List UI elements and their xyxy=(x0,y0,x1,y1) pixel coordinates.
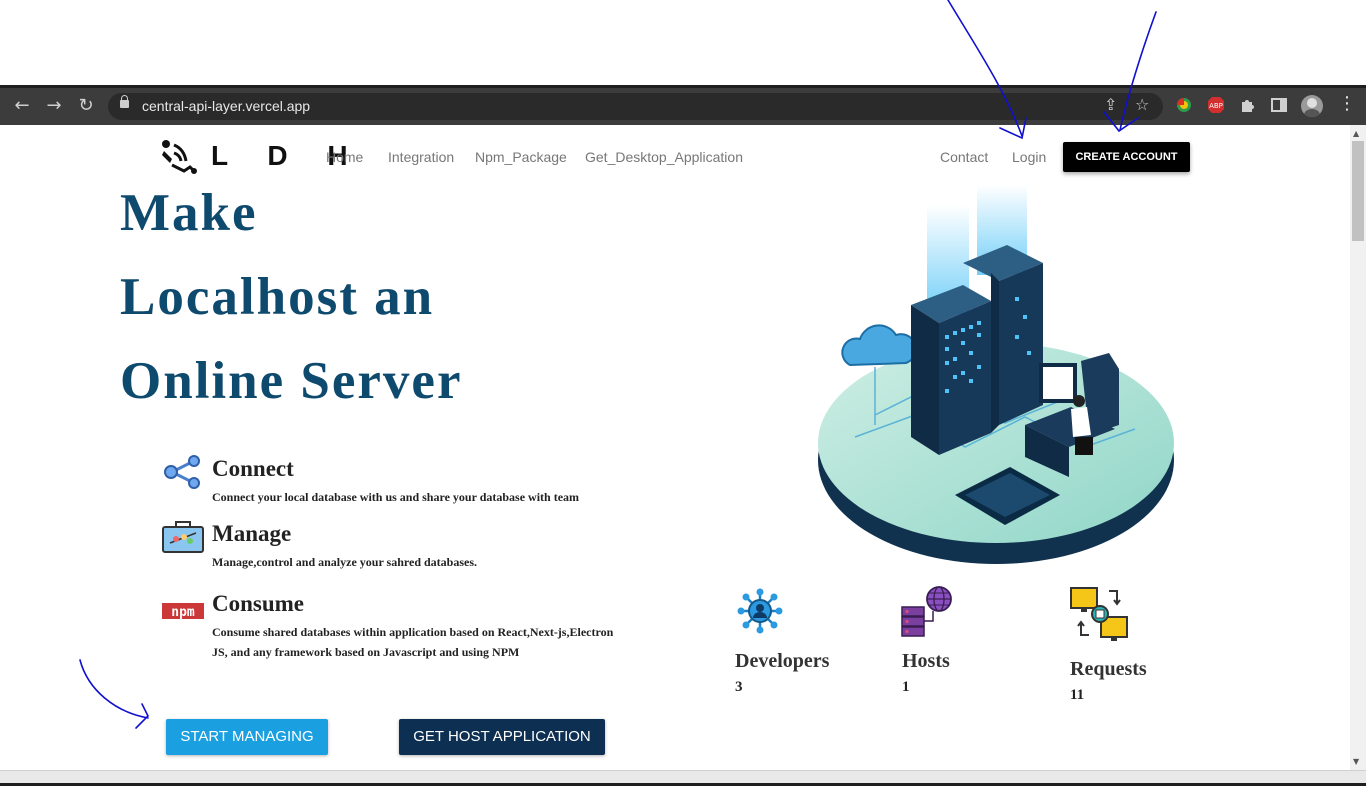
feature-manage-title: Manage xyxy=(212,521,292,546)
stat-developers-value: 3 xyxy=(735,679,743,695)
ldh-logo-icon[interactable] xyxy=(160,139,198,175)
nav-npm-package[interactable]: Npm_Package xyxy=(475,149,567,165)
address-bar[interactable]: central-api-layer.vercel.app ⇪ ☆ xyxy=(108,93,1163,120)
toolbox-icon xyxy=(162,521,204,553)
horizontal-scrollbar xyxy=(0,770,1366,786)
nav-get-desktop-application[interactable]: Get_Desktop_Application xyxy=(585,149,743,165)
stat-hosts-label: Hosts xyxy=(902,650,950,672)
npm-logo-icon: npm xyxy=(162,603,204,620)
puzzle-extensions-icon[interactable] xyxy=(1239,96,1257,114)
screenshot-margin xyxy=(0,0,1366,85)
url-text: central-api-layer.vercel.app xyxy=(142,98,311,114)
lock-icon[interactable] xyxy=(120,95,129,108)
browser-toolbar: ← → ↻ central-api-layer.vercel.app ⇪ ☆ A… xyxy=(0,85,1366,125)
scroll-down-arrow-icon[interactable]: ▼ xyxy=(1353,757,1359,766)
svg-text:npm: npm xyxy=(171,605,195,620)
server-globe-icon xyxy=(901,586,952,637)
nav-contact[interactable]: Contact xyxy=(940,149,988,165)
page-scrollbar[interactable]: ▲ ▼ xyxy=(1350,125,1366,770)
stat-developers-label: Developers xyxy=(735,650,830,672)
adblock-icon[interactable]: ABP xyxy=(1207,96,1225,114)
side-panel-icon[interactable] xyxy=(1270,96,1288,114)
hero-title-line-2: Localhost an xyxy=(120,268,435,326)
hero-title-line-3: Online Server xyxy=(120,352,463,410)
start-managing-button[interactable]: START MANAGING xyxy=(166,719,328,755)
svg-text:ABP: ABP xyxy=(1209,102,1223,110)
arrow-right-icon[interactable]: → xyxy=(43,95,65,117)
scroll-up-arrow-icon[interactable]: ▲ xyxy=(1353,129,1359,138)
profile-avatar[interactable] xyxy=(1301,95,1323,117)
arrow-left-icon[interactable]: ← xyxy=(11,95,33,117)
share-nodes-icon xyxy=(164,455,200,489)
stat-requests-value: 11 xyxy=(1070,687,1085,703)
hero-title-line-1: Make xyxy=(120,184,258,242)
developer-network-icon xyxy=(737,588,783,634)
share-icon[interactable]: ⇪ xyxy=(1104,95,1117,114)
bookmark-star-icon[interactable]: ☆ xyxy=(1135,95,1149,114)
reload-icon[interactable]: ↻ xyxy=(75,95,97,117)
feature-connect-description: Connect your local database with us and … xyxy=(212,490,580,504)
request-exchange-icon xyxy=(1070,587,1128,641)
stat-hosts-value: 1 xyxy=(902,679,910,695)
nav-login[interactable]: Login xyxy=(1012,149,1046,165)
feature-consume-description: Consume shared databases within applicat… xyxy=(212,625,614,659)
nav-integration[interactable]: Integration xyxy=(388,149,454,165)
extension-color-icon[interactable] xyxy=(1175,96,1193,114)
kebab-menu-icon[interactable]: ⋮ xyxy=(1338,93,1356,114)
get-host-application-button[interactable]: GET HOST APPLICATION xyxy=(399,719,605,755)
feature-consume-title: Consume xyxy=(212,591,305,616)
feature-connect-title: Connect xyxy=(212,456,294,481)
create-account-button[interactable]: CREATE ACCOUNT xyxy=(1063,142,1190,172)
server-isometric-illustration xyxy=(818,185,1174,564)
page-viewport: L D H Home Integration Npm_Package Get_D… xyxy=(0,125,1350,770)
scrollbar-thumb[interactable] xyxy=(1352,141,1364,241)
feature-manage-description: Manage,control and analyze your sahred d… xyxy=(212,555,478,569)
nav-home[interactable]: Home xyxy=(326,149,363,165)
stat-requests-label: Requests xyxy=(1070,658,1147,680)
